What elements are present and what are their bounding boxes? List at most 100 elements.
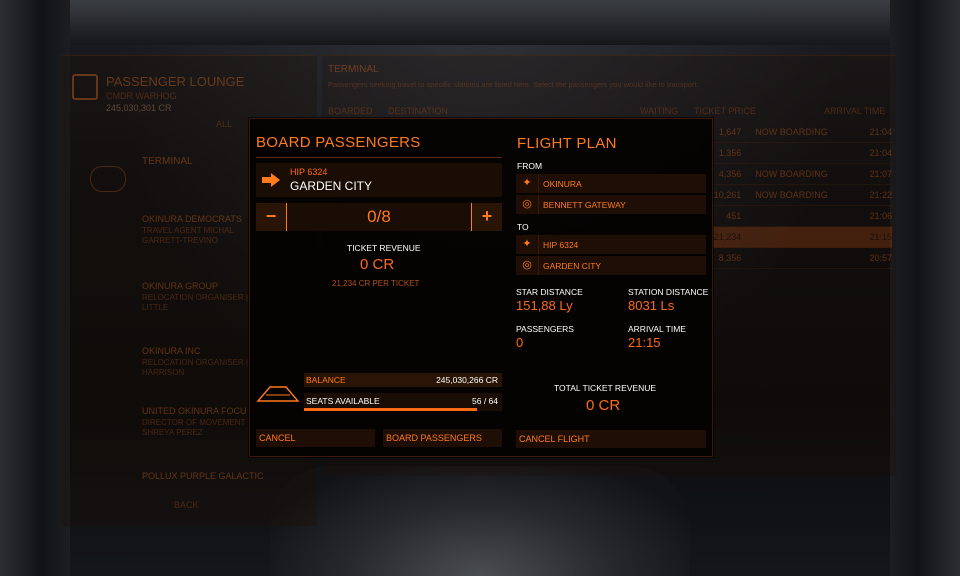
to-station: GARDEN CITY: [543, 261, 602, 271]
from-system-row: ✦ OKINURA: [516, 174, 706, 193]
back-button[interactable]: BACK: [174, 500, 199, 510]
lounge-icon: [72, 74, 98, 100]
per-ticket-price: 21,234 CR PER TICKET: [332, 279, 420, 288]
boarding-status: NOW BOARDING: [755, 169, 828, 179]
terminal-description: Passengers seeking travel to specific st…: [328, 80, 699, 89]
dialog-title: BOARD PASSENGERS: [256, 134, 421, 151]
client-name: OKINURA INC: [142, 346, 201, 356]
ticket-revenue-label: TICKET REVENUE: [347, 243, 421, 253]
increase-button[interactable]: +: [471, 203, 502, 231]
arrival-time: 20:57: [869, 253, 892, 263]
client-role: RELOCATION ORGANISER |: [142, 293, 248, 302]
total-revenue-value: 0 CR: [586, 397, 621, 414]
ship-icon: [256, 386, 300, 402]
col-ticket-price: TICKET PRICE: [694, 106, 756, 116]
client-role: RELOCATION ORGANISER |: [142, 358, 248, 367]
destination-system: HIP 6324: [290, 167, 328, 177]
arrival-time-label: ARRIVAL TIME: [628, 324, 686, 334]
board-passengers-dialog: BOARD PASSENGERS HIP 6324 GARDEN CITY − …: [249, 118, 713, 457]
lounge-commander: CMDR WARHOG: [106, 91, 177, 101]
decrease-button[interactable]: −: [256, 203, 287, 231]
arrival-time: 21:04: [869, 148, 892, 158]
ticket-price: 8,356: [718, 253, 742, 263]
arrow-right-icon: [262, 173, 280, 187]
lounge-credits: 245,030,301 CR: [106, 103, 172, 113]
table-row[interactable]: 10,261 NOW BOARDING 21:22: [712, 185, 892, 206]
cancel-button[interactable]: CANCEL: [256, 429, 375, 447]
destination-selector[interactable]: HIP 6324 GARDEN CITY: [256, 163, 502, 197]
flight-plan-title: FLIGHT PLAN: [517, 135, 617, 152]
balance-label: BALANCE: [306, 375, 346, 385]
star-icon: ✦: [516, 174, 539, 193]
star-distance-label: STAR DISTANCE: [516, 287, 583, 297]
seats-value: 56 / 64: [472, 396, 498, 406]
total-revenue-label: TOTAL TICKET REVENUE: [554, 383, 657, 393]
client-name: OKINURA DEMOCRATS: [142, 214, 242, 224]
terminal-title: TERMINAL: [328, 64, 379, 75]
boarding-status: NOW BOARDING: [755, 190, 828, 200]
client-name: UNITED OKINURA FOCU: [142, 406, 247, 416]
from-station-row: ◎ BENNETT GATEWAY: [516, 195, 706, 214]
to-system-row: ✦ HIP 6324: [516, 235, 706, 254]
ticket-price: 4,356: [718, 169, 742, 179]
destination-station: GARDEN CITY: [290, 179, 373, 193]
ticket-price: 21,234: [713, 232, 742, 242]
arrival-time: 21:22: [869, 190, 892, 200]
col-boarded: BOARDED: [328, 106, 373, 116]
passenger-count: 0/8: [367, 207, 391, 226]
seats-row: SEATS AVAILABLE 56 / 64: [304, 393, 502, 411]
passengers-label: PASSENGERS: [516, 324, 574, 334]
to-system: HIP 6324: [543, 240, 579, 250]
cockpit-ceiling: [0, 0, 960, 45]
seats-label: SEATS AVAILABLE: [306, 396, 380, 406]
to-label: TO: [517, 222, 529, 232]
terminal-icon: [90, 166, 126, 192]
client-contact: SHREYA PEREZ: [142, 428, 203, 437]
station-distance-label: STATION DISTANCE: [628, 287, 709, 297]
client-role: DIRECTOR OF MOVEMENT: [142, 418, 246, 427]
client-name: OKINURA GROUP: [142, 281, 219, 291]
table-row[interactable]: 451 21:06: [712, 206, 892, 227]
right-pillar: [890, 0, 960, 576]
station-distance-value: 8031 Ls: [628, 298, 675, 313]
seats-progress-bar: [304, 408, 478, 411]
flight-console: [270, 466, 690, 576]
col-destination: DESTINATION: [388, 106, 448, 116]
passenger-stepper: − 0/8 +: [256, 203, 502, 231]
balance-value: 245,030,266 CR: [436, 375, 498, 385]
client-contact: GARRETT-TREVINO: [142, 236, 219, 245]
arrival-time: 21:06: [869, 211, 892, 221]
board-passengers-button[interactable]: BOARD PASSENGERS: [383, 429, 502, 447]
balance-row: BALANCE 245,030,266 CR: [304, 373, 502, 387]
table-row[interactable]: 8,356 20:57: [712, 248, 892, 269]
passenger-table: 1,647 NOW BOARDING 21:04 1,356 21:04 4,356 N…: [712, 122, 892, 269]
col-waiting: WAITING: [640, 106, 679, 116]
client-role: TRAVEL AGENT MICHAL: [142, 226, 234, 235]
filter-all[interactable]: ALL: [216, 119, 232, 129]
star-distance-value: 151,88 Ly: [516, 298, 573, 313]
divider: [256, 157, 502, 158]
lounge-title: PASSENGER LOUNGE: [106, 74, 245, 89]
table-row[interactable]: 4,356 NOW BOARDING 21:07: [712, 164, 892, 185]
from-label: FROM: [517, 161, 543, 171]
table-row[interactable]: 1,356 21:04: [712, 143, 892, 164]
client-name: POLLUX PURPLE GALACTIC: [142, 471, 264, 481]
client-contact: HARRISON: [142, 368, 185, 377]
passengers-value: 0: [516, 335, 524, 350]
arrival-time: 21:15: [869, 232, 892, 242]
left-pillar: [0, 0, 70, 576]
arrival-time: 21:07: [869, 169, 892, 179]
ticket-price: 10,261: [713, 190, 742, 200]
client-contact: LITTLE: [142, 303, 169, 312]
from-system: OKINURA: [543, 179, 582, 189]
station-icon: ◎: [516, 195, 539, 214]
arrival-time: 21:04: [869, 127, 892, 137]
star-icon: ✦: [516, 235, 539, 254]
cancel-flight-button[interactable]: CANCEL FLIGHT: [516, 430, 706, 448]
table-row-selected[interactable]: 21,234 21:15: [712, 227, 892, 248]
col-arrival-time: ARRIVAL TIME: [824, 106, 886, 116]
ticket-price: 1,356: [718, 148, 742, 158]
to-station-row: ◎ GARDEN CITY: [516, 256, 706, 275]
from-station: BENNETT GATEWAY: [543, 200, 626, 210]
table-row[interactable]: 1,647 NOW BOARDING 21:04: [712, 122, 892, 143]
